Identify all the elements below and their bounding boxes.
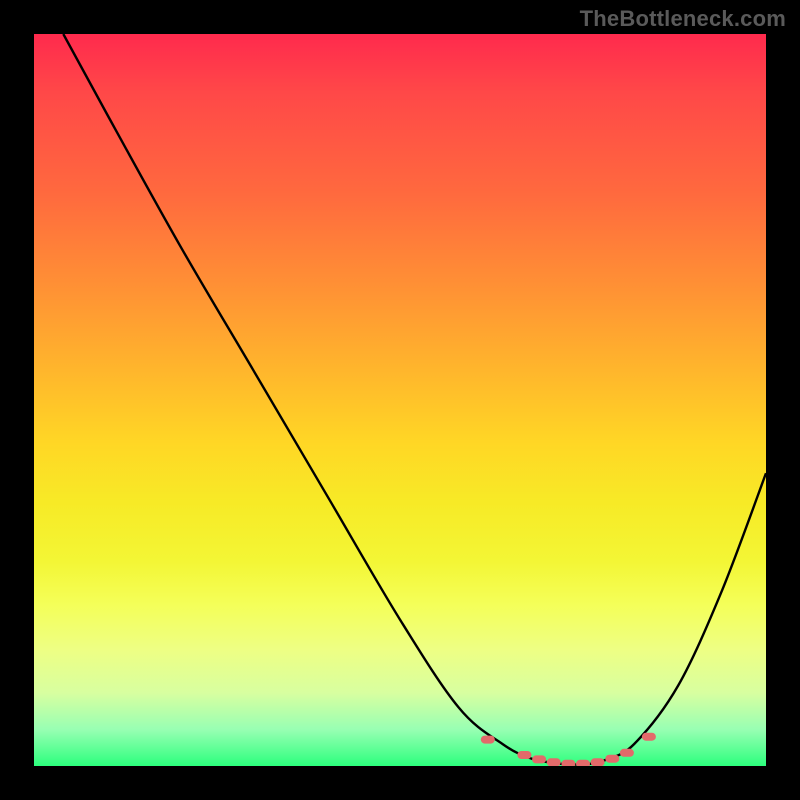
marker-dot	[642, 733, 656, 741]
marker-dot	[620, 749, 634, 757]
marker-dot	[517, 751, 531, 759]
marker-dot	[561, 760, 575, 766]
plot-area	[34, 34, 766, 766]
watermark-text: TheBottleneck.com	[580, 6, 786, 32]
marker-dot	[532, 755, 546, 763]
sweet-spot-markers	[34, 34, 766, 766]
marker-dot	[576, 760, 590, 766]
marker-dot	[605, 755, 619, 763]
marker-dot	[481, 736, 495, 744]
chart-container: TheBottleneck.com	[0, 0, 800, 800]
marker-dot	[547, 758, 561, 766]
marker-dot	[591, 758, 605, 766]
